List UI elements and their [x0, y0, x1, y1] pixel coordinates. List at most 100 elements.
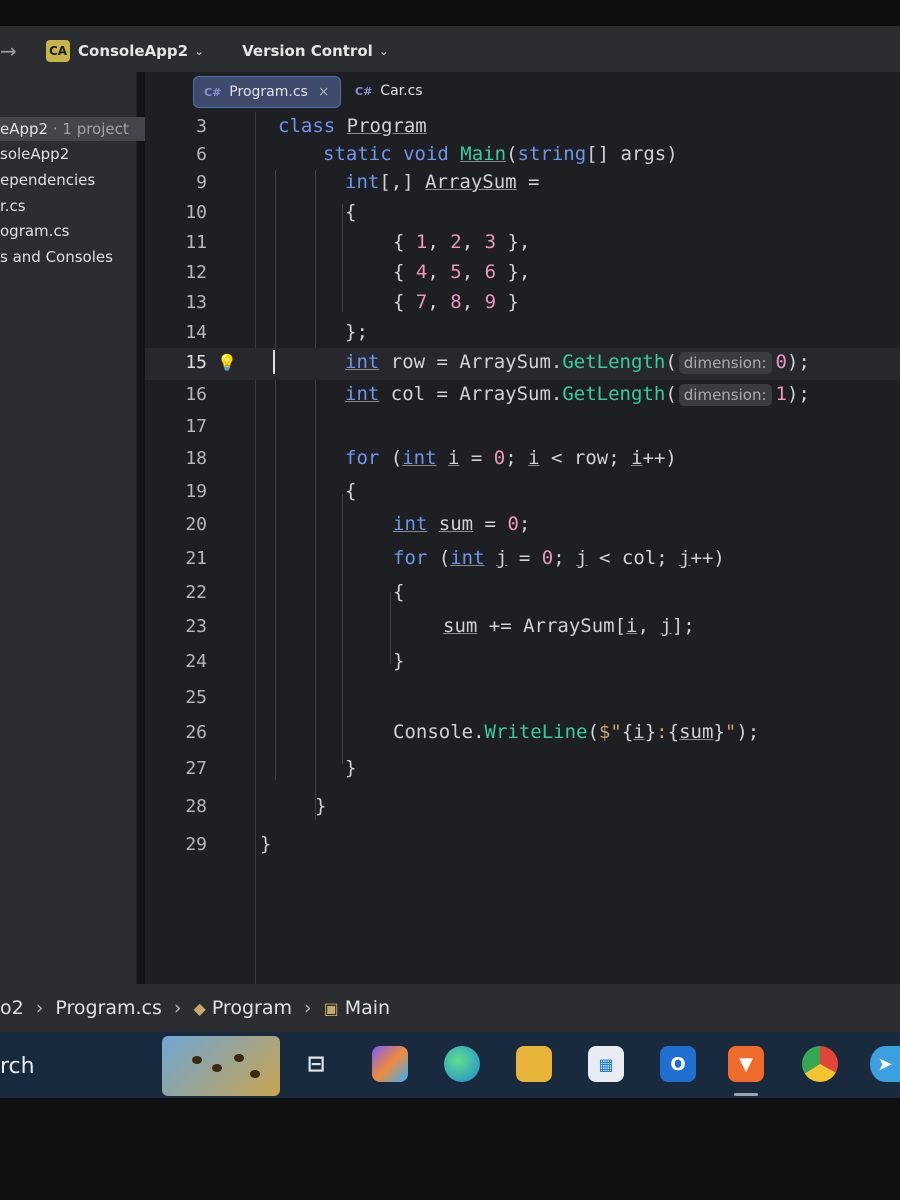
code-line: 28 } — [145, 792, 900, 824]
code-text: int sum = 0; — [393, 513, 531, 535]
code-line-current: 15 💡 int row = ArraySum.GetLength(dimens… — [145, 348, 900, 380]
chevron-right-icon: › — [35, 997, 44, 1019]
tab-label: Car.cs — [380, 83, 423, 99]
tree-item-solution[interactable]: eApp2 · 1 project — [0, 117, 164, 141]
taskbar: rch ⊟ ▦ O ▼ ➤ — [0, 1032, 900, 1098]
line-number: 20 — [185, 514, 207, 535]
tree-item-label: ogram.cs — [0, 222, 70, 240]
taskbar-search[interactable]: rch — [0, 1054, 35, 1079]
line-number: 16 — [185, 384, 207, 405]
code-text: } — [315, 795, 327, 817]
code-text: { 1, 2, 3 }, — [393, 231, 531, 253]
line-number: 28 — [185, 796, 207, 817]
active-app-indicator — [734, 1093, 758, 1096]
code-line: 12 { 4, 5, 6 }, — [145, 258, 900, 290]
line-number: 9 — [196, 172, 207, 193]
telegram-icon[interactable]: ➤ — [870, 1046, 900, 1082]
tree-item-label: ependencies — [0, 171, 96, 189]
line-number: 27 — [185, 758, 207, 779]
project-tree: eApp2 · 1 project soleApp2 ependencies r… — [0, 72, 164, 984]
tree-item-label: soleApp2 — [0, 145, 70, 163]
chevron-right-icon: › — [173, 997, 182, 1019]
code-editor: C# Program.cs × C# Car.cs 3 class Progra… — [145, 72, 900, 984]
code-text: int col = ArraySum.GetLength(dimension: 1… — [345, 383, 810, 406]
tree-item-suffix: · 1 project — [48, 120, 129, 138]
parameter-hint: dimension: — [678, 352, 772, 374]
tree-item-dependencies[interactable]: ependencies — [0, 171, 95, 189]
breadcrumb-item-method[interactable]: Main — [345, 997, 390, 1019]
code-text: int row = ArraySum.GetLength(dimension: 0… — [345, 351, 810, 374]
code-line: 10 { — [145, 198, 900, 230]
code-line: 19 { — [145, 477, 900, 509]
class-icon: ◆ — [193, 998, 206, 1018]
code-line: 29 } — [145, 830, 900, 862]
line-number: 12 — [185, 262, 207, 283]
code-line: 17 — [145, 412, 900, 444]
copilot-icon[interactable] — [372, 1046, 408, 1082]
code-line: 14 }; — [145, 318, 900, 350]
breadcrumb-item-class[interactable]: Program — [212, 997, 292, 1019]
tree-item-program-cs[interactable]: ogram.cs — [0, 222, 70, 240]
line-number: 10 — [185, 202, 207, 223]
code-text: for (int i = 0; i < row; i++) — [345, 447, 677, 469]
code-line: 9 int[,] ArraySum = — [145, 168, 900, 200]
code-text: { — [345, 480, 357, 502]
line-number: 3 — [196, 116, 207, 137]
chevron-down-icon[interactable]: ⌄ — [194, 44, 204, 58]
tree-item-project[interactable]: soleApp2 — [0, 145, 69, 163]
line-number: 19 — [185, 481, 207, 502]
arrow-right-icon[interactable]: → — [0, 39, 30, 63]
code-area[interactable]: 3 class Program 6 static void Main(strin… — [145, 112, 900, 984]
code-line: 20 int sum = 0; — [145, 510, 900, 542]
project-badge[interactable]: CA — [46, 40, 70, 62]
line-number: 17 — [185, 416, 207, 437]
breadcrumb-item-project[interactable]: o2 — [0, 997, 24, 1019]
code-line: 23 sum += ArraySum[i, j]; — [145, 612, 900, 644]
breadcrumb-item-file[interactable]: Program.cs — [55, 997, 162, 1019]
code-line: 18 for (int i = 0; i < row; i++) — [145, 444, 900, 476]
chevron-down-icon[interactable]: ⌄ — [379, 44, 389, 58]
text-cursor — [273, 350, 275, 374]
code-text: { 4, 5, 6 }, — [393, 261, 531, 283]
tree-item-scratches[interactable]: s and Consoles — [0, 248, 113, 266]
line-number: 24 — [185, 651, 207, 672]
code-text: class Program — [278, 115, 427, 137]
line-number: 6 — [196, 144, 207, 165]
line-number: 29 — [185, 834, 207, 855]
close-icon[interactable]: × — [318, 84, 330, 100]
tree-item-label: s and Consoles — [0, 248, 113, 266]
code-text: } — [345, 757, 357, 779]
task-view-icon[interactable]: ⊟ — [298, 1046, 334, 1082]
chrome-icon[interactable] — [802, 1046, 838, 1082]
chevron-right-icon: › — [303, 997, 312, 1019]
screen-bezel — [0, 1098, 900, 1200]
tree-item-car-cs[interactable]: r.cs — [0, 197, 26, 215]
line-number: 14 — [185, 322, 207, 343]
microsoft-store-icon[interactable]: ▦ — [588, 1046, 624, 1082]
project-switcher[interactable]: ConsoleApp2 — [78, 42, 188, 60]
code-line: 11 { 1, 2, 3 }, — [145, 228, 900, 260]
code-text: sum += ArraySum[i, j]; — [443, 615, 695, 637]
outlook-icon[interactable]: O — [660, 1046, 696, 1082]
file-explorer-icon[interactable] — [516, 1046, 552, 1082]
search-highlight-image[interactable] — [162, 1036, 280, 1096]
brave-icon[interactable]: ▼ — [728, 1046, 764, 1082]
code-text: }; — [345, 321, 368, 343]
code-text: { 7, 8, 9 } — [393, 291, 519, 313]
code-line: 24 } — [145, 647, 900, 679]
parameter-hint: dimension: — [678, 384, 772, 406]
tree-item-label: r.cs — [0, 197, 26, 215]
line-number: 15 — [185, 352, 207, 373]
code-text: { — [345, 201, 357, 223]
version-control-menu[interactable]: Version Control — [242, 42, 373, 60]
code-line: 16 int col = ArraySum.GetLength(dimensio… — [145, 380, 900, 412]
breadcrumb: o2 › Program.cs › ◆ Program › ▣ Main — [0, 984, 900, 1032]
tab-program-cs[interactable]: C# Program.cs × — [193, 76, 341, 108]
method-icon: ▣ — [323, 998, 339, 1018]
leopard-spot — [234, 1054, 244, 1062]
edge-icon[interactable] — [444, 1046, 480, 1082]
line-number: 25 — [185, 687, 207, 708]
tab-label: Program.cs — [229, 84, 308, 100]
tab-car-cs[interactable]: C# Car.cs — [345, 76, 433, 106]
lightbulb-icon[interactable]: 💡 — [217, 353, 237, 372]
